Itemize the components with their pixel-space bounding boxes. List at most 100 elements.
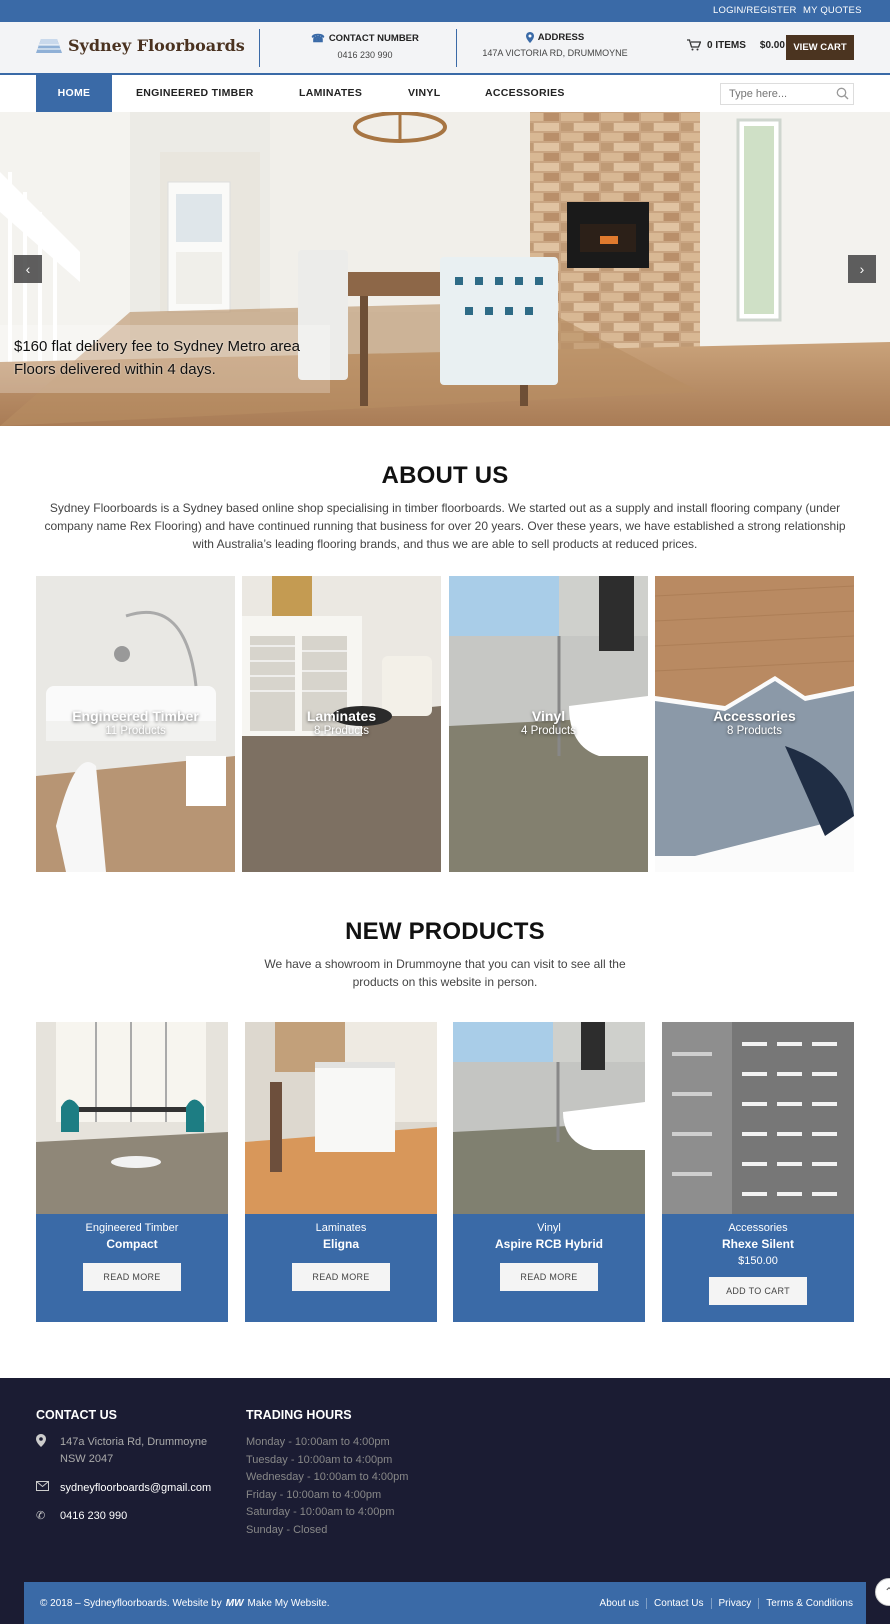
- category-card-accessories[interactable]: Accessories 8 Products: [655, 576, 854, 872]
- category-card-vinyl[interactable]: Vinyl 4 Products: [449, 576, 648, 872]
- cart-icon: [687, 39, 701, 51]
- product-category: Accessories: [728, 1222, 788, 1234]
- about-text: Sydney Floorboards is a Sydney based onl…: [44, 501, 846, 551]
- category-name: Laminates: [306, 708, 377, 724]
- logo-text: Sydney Floorboards: [68, 36, 245, 55]
- category-card-laminates[interactable]: Laminates 8 Products: [242, 576, 441, 872]
- phone-icon: ☎: [311, 33, 325, 45]
- nav-home[interactable]: HOME: [36, 75, 112, 112]
- cart-items: 0 ITEMS: [707, 39, 746, 51]
- footer-link-contact[interactable]: Contact Us: [646, 1598, 710, 1609]
- chevron-left-icon: ‹: [25, 261, 31, 277]
- product-card-eligna: Laminates Eligna READ MORE: [245, 1022, 437, 1322]
- product-name[interactable]: Compact: [36, 1237, 228, 1251]
- footer-contact-title: CONTACT US: [36, 1408, 118, 1422]
- address-title: ADDRESS: [537, 32, 585, 43]
- contact-number-block: ☎ CONTACT NUMBER 0416 230 990: [280, 32, 450, 60]
- trading-hours-item: Tuesday - 10:00am to 4:00pm: [246, 1453, 393, 1466]
- main-nav: HOME ENGINEERED TIMBER LAMINATES VINYL A…: [0, 75, 890, 112]
- mini-cart[interactable]: 0 ITEMS $0.00: [687, 39, 785, 51]
- product-name[interactable]: Rhexe Silent: [662, 1237, 854, 1251]
- read-more-button[interactable]: READ MORE: [83, 1263, 181, 1291]
- hero-caption-line2: Floors delivered within 4 days.: [14, 361, 216, 378]
- footer-link-privacy[interactable]: Privacy: [710, 1598, 759, 1609]
- trading-hours-item: Monday - 10:00am to 4:00pm: [246, 1436, 390, 1448]
- product-card-aspire-rcb-hybrid: Vinyl Aspire RCB Hybrid READ MORE: [453, 1022, 645, 1322]
- address-value: 147A VICTORIA RD, DRUMMOYNE: [482, 48, 628, 58]
- trading-hours-item: Sunday - Closed: [246, 1523, 328, 1536]
- footer-link-about[interactable]: About us: [593, 1598, 646, 1609]
- trading-hours-list: Monday - 10:00am to 4:00pm Tuesday - 10:…: [246, 1434, 408, 1539]
- top-bar: LOGIN/REGISTER MY QUOTES: [0, 0, 890, 22]
- category-count: 11 Products: [105, 725, 166, 737]
- search-icon[interactable]: [836, 87, 849, 100]
- product-name[interactable]: Eligna: [245, 1237, 437, 1251]
- footer: CONTACT US 147a Victoria Rd, Drummoyne N…: [0, 1378, 890, 1624]
- product-image[interactable]: [245, 1022, 437, 1214]
- category-name: Engineered Timber: [72, 708, 199, 724]
- category-card-engineered-timber[interactable]: Engineered Timber 11 Products: [36, 576, 235, 872]
- footer-email[interactable]: sydneyfloorboards@gmail.com: [36, 1480, 211, 1497]
- divider: [456, 29, 457, 67]
- product-category: Laminates: [315, 1222, 367, 1234]
- new-products-text: We have a showroom in Drummoyne that you…: [264, 957, 626, 989]
- category-count: 8 Products: [727, 725, 782, 737]
- footer-hours-title: TRADING HOURS: [246, 1408, 352, 1422]
- product-image[interactable]: [662, 1022, 854, 1214]
- nav-engineered-timber[interactable]: ENGINEERED TIMBER: [136, 75, 254, 112]
- slider-prev-button[interactable]: ‹: [14, 255, 42, 283]
- read-more-button[interactable]: READ MORE: [500, 1263, 598, 1291]
- site-logo[interactable]: Sydney Floorboards: [36, 36, 245, 55]
- divider: [259, 29, 260, 67]
- address-block: ADDRESS 147A VICTORIA RD, DRUMMOYNE: [462, 32, 648, 58]
- product-image[interactable]: [453, 1022, 645, 1214]
- category-name: Accessories: [713, 708, 796, 724]
- trading-hours-item: Saturday - 10:00am to 4:00pm: [246, 1506, 395, 1518]
- add-to-cart-button[interactable]: ADD TO CART: [709, 1277, 807, 1305]
- my-quotes-link[interactable]: MY QUOTES: [803, 5, 862, 16]
- product-image[interactable]: [36, 1022, 228, 1214]
- product-card-compact: Engineered Timber Compact READ MORE: [36, 1022, 228, 1322]
- envelope-icon: [36, 1480, 49, 1497]
- copyright: © 2018 – Sydneyfloorboards. Website by M…: [40, 1598, 330, 1609]
- nav-laminates[interactable]: LAMINATES: [299, 75, 362, 112]
- hero-caption: $160 flat delivery fee to Sydney Metro a…: [0, 325, 330, 393]
- product-card-rhexe-silent: Accessories Rhexe Silent $150.00 ADD TO …: [662, 1022, 854, 1322]
- search-input[interactable]: [720, 83, 854, 105]
- nav-vinyl[interactable]: VINYL: [408, 75, 440, 112]
- copyright-text: © 2018 – Sydneyfloorboards. Website by: [40, 1598, 222, 1609]
- about-title: ABOUT US: [381, 462, 509, 489]
- footer-address: 147a Victoria Rd, Drummoyne NSW 2047: [36, 1434, 226, 1468]
- hero-caption-line1: $160 flat delivery fee to Sydney Metro a…: [14, 338, 300, 355]
- floorboard-logo-icon: [36, 38, 62, 53]
- header: Sydney Floorboards ☎ CONTACT NUMBER 0416 …: [0, 22, 890, 75]
- trading-hours-item: Wednesday - 10:00am to 4:00pm: [246, 1471, 409, 1483]
- contact-title: CONTACT NUMBER: [328, 33, 419, 44]
- footer-phone-text[interactable]: 0416 230 990: [60, 1508, 127, 1525]
- product-name[interactable]: Aspire RCB Hybrid: [453, 1237, 645, 1251]
- chevron-up-icon: ⌃: [883, 1585, 890, 1599]
- category-label: Laminates 8 Products: [242, 708, 441, 737]
- chevron-right-icon: ›: [859, 261, 865, 277]
- footer-link-terms[interactable]: Terms & Conditions: [758, 1598, 860, 1609]
- login-register-link[interactable]: LOGIN/REGISTER: [713, 5, 797, 16]
- map-pin-icon: [36, 1434, 48, 1468]
- hero-slider: ‹ › $160 flat delivery fee to Sydney Met…: [0, 112, 890, 426]
- view-cart-button[interactable]: VIEW CART: [786, 35, 854, 60]
- contact-number[interactable]: 0416 230 990: [280, 50, 450, 60]
- trading-hours-item: Friday - 10:00am to 4:00pm: [246, 1488, 382, 1501]
- mmw-logo-icon: MW: [225, 1598, 244, 1609]
- new-products-title: NEW PRODUCTS: [345, 918, 545, 945]
- agency-link[interactable]: Make My Website.: [248, 1598, 330, 1609]
- map-pin-icon: [525, 32, 534, 43]
- read-more-button[interactable]: READ MORE: [292, 1263, 390, 1291]
- category-label: Vinyl 4 Products: [449, 708, 648, 737]
- phone-icon: ✆: [36, 1510, 46, 1522]
- footer-email-text[interactable]: sydneyfloorboards@gmail.com: [60, 1480, 211, 1497]
- footer-phone[interactable]: ✆ 0416 230 990: [36, 1508, 127, 1525]
- slider-next-button[interactable]: ›: [848, 255, 876, 283]
- footer-links: About us Contact Us Privacy Terms & Cond…: [593, 1598, 860, 1609]
- footer-bottom-bar: © 2018 – Sydneyfloorboards. Website by M…: [24, 1582, 866, 1624]
- category-name: Vinyl: [531, 708, 566, 724]
- nav-accessories[interactable]: ACCESSORIES: [485, 75, 565, 112]
